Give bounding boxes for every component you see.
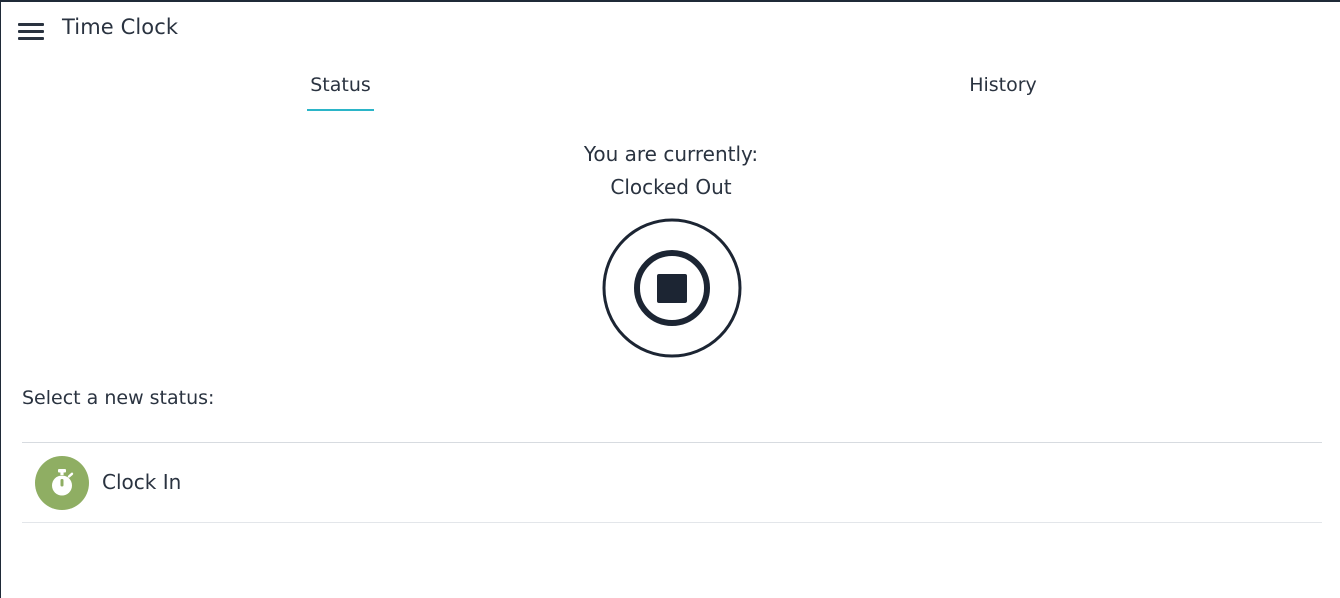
clock-in-label: Clock In (102, 470, 182, 494)
tab-status[interactable]: Status (307, 74, 374, 96)
tab-bar: Status History (1, 64, 1340, 114)
active-tab-indicator (307, 109, 374, 111)
app-title: Time Clock (62, 15, 179, 39)
select-status-label: Select a new status: (22, 387, 215, 409)
stopwatch-icon (35, 456, 89, 510)
clock-in-option[interactable]: Clock In (22, 443, 1322, 523)
stop-icon (602, 218, 742, 358)
hamburger-menu-icon[interactable] (18, 20, 44, 42)
tab-history[interactable]: History (967, 74, 1039, 96)
current-status-label: You are currently: (583, 142, 759, 166)
current-status-value: Clocked Out (610, 175, 732, 199)
time-clock-window: Time Clock Status History You are curren… (0, 0, 1340, 598)
app-header: Time Clock (1, 2, 1340, 58)
divider (22, 522, 1322, 523)
